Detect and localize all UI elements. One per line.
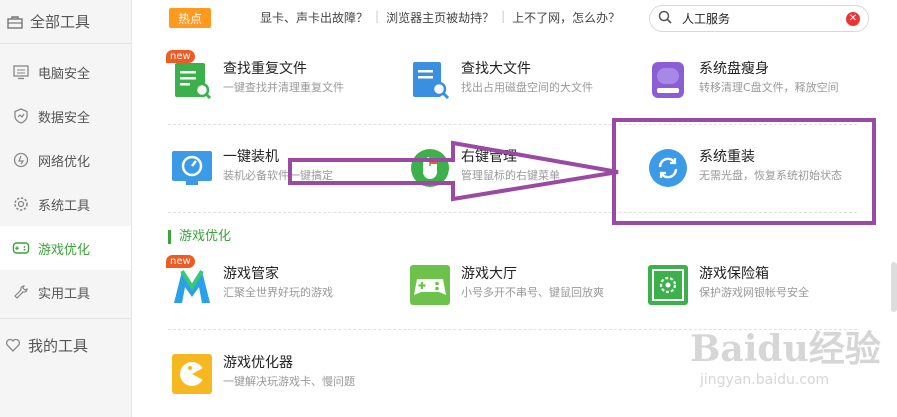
link-separator: | [375, 9, 380, 23]
shield-icon [12, 107, 30, 125]
tool-name: 系统盘瘦身 [699, 61, 769, 77]
new-badge: new [166, 255, 195, 268]
tool-name: 游戏大厅 [461, 266, 517, 282]
search-box: ✕ [649, 5, 869, 32]
new-badge: new [166, 50, 195, 63]
tool-name: 游戏保险箱 [699, 266, 769, 282]
tool-name: 游戏管家 [223, 266, 279, 282]
one-click-install-icon [172, 148, 212, 188]
tool-name: 系统重装 [699, 149, 755, 165]
hot-link-1[interactable]: 显卡、声卡出故障？ [260, 9, 368, 26]
safe-icon [648, 265, 688, 305]
watermark-sub: jingyan.baidu.com [700, 372, 830, 388]
search-icon[interactable] [658, 9, 672, 28]
big-files-icon [410, 60, 450, 100]
sidebar-item-network[interactable]: 网络优化 [0, 138, 131, 182]
tool-game-hall[interactable]: 游戏大厅 小号多开不串号、键鼠回放爽 [410, 265, 604, 305]
sidebar-item-label: 网络优化 [38, 154, 91, 170]
row-divider [168, 212, 857, 213]
mouse-icon [410, 148, 450, 188]
sidebar: 全部工具 电脑安全 数据安全 网络优化 系统工具 游戏优化 实用工具 我的工具 [0, 0, 132, 417]
tool-game-optimizer[interactable]: 游戏优化器 一键解决玩游戏卡、慢问题 [172, 354, 355, 394]
tool-find-duplicate-files[interactable]: new 查找重复文件 一键查找并清理重复文件 [166, 50, 344, 100]
my-tools-label: 我的工具 [28, 336, 89, 355]
tool-name: 查找重复文件 [223, 61, 307, 77]
all-tools-label: 全部工具 [30, 13, 91, 31]
game-manager-icon: new [166, 255, 212, 305]
wrench-icon [12, 283, 30, 301]
network-icon [12, 151, 30, 169]
hot-link-3[interactable]: 上不了网，怎么办？ [512, 9, 620, 26]
sidebar-item-label: 系统工具 [38, 198, 91, 214]
duplicate-files-icon: new [166, 50, 212, 100]
hot-links: 显卡、声卡出故障？ | 浏览器主页被劫持？ | 上不了网，怎么办？ [260, 9, 620, 26]
tool-desc: 一键查找并清理重复文件 [223, 81, 344, 94]
refresh-icon [648, 148, 688, 188]
gear-icon [12, 195, 30, 213]
tool-right-click-manager[interactable]: 右键管理 管理鼠标的右键菜单 [410, 148, 560, 188]
sidebar-item-label: 电脑安全 [38, 66, 91, 82]
sidebar-item-pc-security[interactable]: 电脑安全 [0, 50, 131, 94]
watermark-main: Baidu经验 [690, 328, 881, 370]
game-optimizer-icon [172, 354, 212, 394]
top-bar: 热点 显卡、声卡出故障？ | 浏览器主页被劫持？ | 上不了网，怎么办？ ✕ [132, 0, 897, 34]
tool-one-click-install[interactable]: 一键装机 装机必备软件一键搞定 [172, 148, 333, 188]
disk-slim-icon [648, 60, 688, 100]
sidebar-item-system-tools[interactable]: 系统工具 [0, 182, 131, 226]
clear-search-icon[interactable]: ✕ [846, 12, 860, 26]
tool-desc: 找出占用磁盘空间的大文件 [461, 81, 593, 94]
tool-game-manager[interactable]: new 游戏管家 汇聚全世界好玩的游戏 [166, 255, 333, 305]
tool-desc: 装机必备软件一键搞定 [223, 169, 333, 182]
sidebar-item-game-optimize[interactable]: 游戏优化 [0, 226, 131, 270]
sidebar-divider [0, 318, 131, 319]
tool-name: 游戏优化器 [223, 355, 293, 371]
tool-system-disk-slim[interactable]: 系统盘瘦身 转移清理C盘文件，释放空间 [648, 60, 839, 100]
tool-find-big-files[interactable]: 查找大文件 找出占用磁盘空间的大文件 [410, 60, 593, 100]
my-tools-header[interactable]: 我的工具 [0, 323, 131, 367]
baidu-watermark: Baidu经验 jingyan.baidu.com [690, 320, 890, 410]
tool-desc: 一键解决玩游戏卡、慢问题 [223, 375, 355, 388]
sidebar-item-label: 实用工具 [38, 286, 91, 302]
sidebar-item-data-security[interactable]: 数据安全 [0, 94, 131, 138]
sidebar-item-utilities[interactable]: 实用工具 [0, 270, 131, 314]
hot-link-2[interactable]: 浏览器主页被劫持？ [386, 9, 494, 26]
row-divider [168, 124, 857, 125]
tool-name: 一键装机 [223, 149, 279, 165]
section-title-game: 游戏优化 [168, 230, 231, 244]
monitor-icon [12, 63, 30, 81]
tool-desc: 汇聚全世界好玩的游戏 [223, 286, 333, 299]
tool-desc: 无需光盘，恢复系统初始状态 [699, 169, 842, 182]
tool-desc: 小号多开不串号、键鼠回放爽 [461, 286, 604, 299]
heart-icon [4, 336, 22, 354]
tool-name: 右键管理 [461, 149, 517, 165]
tool-game-safe[interactable]: 游戏保险箱 保护游戏网银帐号安全 [648, 265, 809, 305]
hot-badge: 热点 [169, 8, 211, 28]
tool-desc: 保护游戏网银帐号安全 [699, 286, 809, 299]
toolbox-icon [6, 13, 24, 31]
tool-desc: 转移清理C盘文件，释放空间 [699, 81, 839, 94]
search-input[interactable] [682, 11, 832, 26]
scrollbar-thumb[interactable] [891, 262, 897, 312]
sidebar-item-label: 数据安全 [38, 110, 91, 126]
tool-name: 查找大文件 [461, 61, 531, 77]
gamepad-icon [410, 265, 450, 305]
tool-desc: 管理鼠标的右键菜单 [461, 169, 560, 182]
tool-system-reinstall[interactable]: 系统重装 无需光盘，恢复系统初始状态 [648, 148, 842, 188]
link-separator: | [501, 9, 506, 23]
all-tools-header[interactable]: 全部工具 [0, 0, 131, 44]
gamepad-icon [12, 239, 30, 257]
sidebar-item-label: 游戏优化 [38, 242, 91, 258]
